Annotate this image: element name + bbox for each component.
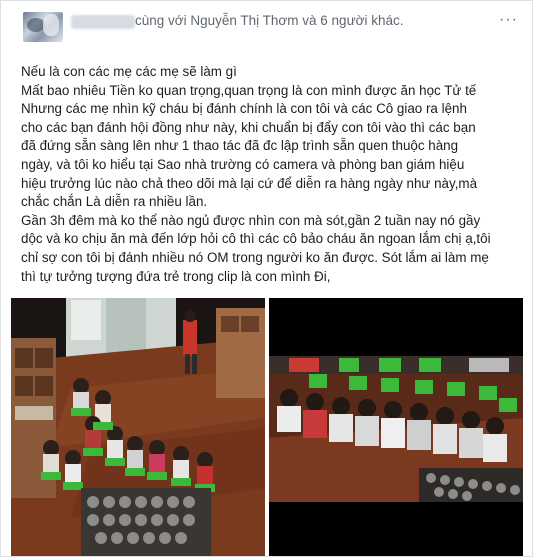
post-line: chỉ sợ con tôi bị đánh nhiều nó OM trong…	[21, 249, 489, 265]
post-line: Mất bao nhiêu Tiền ko quan trọng,quan tr…	[21, 82, 477, 98]
author-name-blurred[interactable]	[71, 15, 135, 29]
post-line: Nếu là con các mẹ các mẹ sẽ làm gì	[21, 64, 237, 79]
classroom-photo-left-image	[11, 298, 265, 556]
tagged-people[interactable]: cùng với Nguyễn Thị Thơm và 6 người khác…	[135, 11, 403, 31]
post-media	[11, 298, 523, 556]
post-card: cùng với Nguyễn Thị Thơm và 6 người khác…	[0, 0, 533, 557]
post-header: cùng với Nguyễn Thị Thơm và 6 người khác…	[11, 9, 522, 45]
classroom-photo-right[interactable]	[269, 298, 523, 556]
post-line: chắc chắn Là diễn ra nhiều lần.	[21, 194, 208, 210]
post-line: ngày, và tôi ko hiểu tại Sao nhà trường …	[21, 156, 465, 172]
post-line: Nhưng các mẹ nhìn kỹ cháu bị đánh chính …	[21, 101, 467, 117]
more-options-icon[interactable]: ···	[499, 11, 518, 29]
post-line: Gần 3h đêm mà ko thể nào ngủ được nhìn c…	[21, 212, 481, 228]
post-line: dộc và ko chịu ăn mà đến lớp hỏi cô thì …	[21, 231, 491, 247]
post-line: cho các bạn đánh hội đồng như này, khi c…	[21, 119, 476, 135]
post-line: đã đứng sẵn sàng lên như 1 thao tác đã đ…	[21, 138, 459, 154]
classroom-photo-left[interactable]	[11, 298, 265, 556]
post-line: thì tự tưởng tượng đứa trẻ trong clip là…	[21, 268, 331, 284]
avatar[interactable]	[23, 12, 63, 42]
post-message: Nếu là con các mẹ các mẹ sẽ làm gì Mất b…	[21, 63, 523, 286]
post-line: hiệu trưởng lúc nào chả theo dõi mà lại …	[21, 175, 478, 191]
classroom-photo-right-image	[269, 298, 523, 556]
